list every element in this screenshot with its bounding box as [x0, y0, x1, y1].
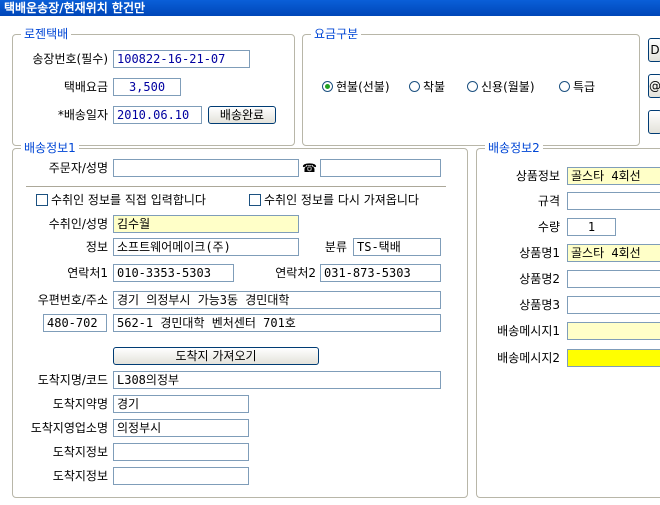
radio-express[interactable]: [559, 81, 570, 92]
waybill-input[interactable]: 100822-16-21-07: [113, 50, 250, 68]
radio-prepaid-label[interactable]: 현불(선불): [336, 80, 390, 94]
contact2-label: 연락처2: [275, 266, 316, 280]
address1-input[interactable]: 경기 의정부시 가능3동 경민대학: [113, 291, 441, 309]
contact1-label: 연락처1: [67, 266, 108, 280]
checkbox-direct-input-label[interactable]: 수취인 정보를 직접 입력합니다: [51, 193, 206, 207]
product1-input[interactable]: 골스타 4회선: [567, 244, 660, 262]
msg1-label: 배송메시지1: [497, 324, 560, 338]
address-label: 우편번호/주소: [37, 293, 108, 307]
dest-office-input[interactable]: 의정부시: [113, 419, 249, 437]
msg2-label: 배송메시지2: [497, 351, 560, 365]
fee-type-group-title: 요금구분: [311, 27, 362, 41]
main-pane: 로젠택배 송장번호(필수) 100822-16-21-07 택배요금 3,500…: [0, 16, 660, 505]
radio-cod-label[interactable]: 착불: [423, 80, 445, 94]
product3-label: 상품명3: [519, 298, 560, 312]
dest-info2-label: 도착지정보: [52, 469, 108, 483]
radio-credit[interactable]: [467, 81, 478, 92]
category-input[interactable]: TS-택배: [353, 238, 441, 256]
product2-input[interactable]: [567, 270, 660, 288]
orderer-input[interactable]: [113, 159, 299, 177]
phone-icon: ☎: [302, 161, 317, 175]
recipient-input[interactable]: 김수월: [113, 215, 299, 233]
checkbox-direct-input[interactable]: [36, 194, 48, 206]
delivery2-group-title: 배송정보2: [485, 141, 543, 155]
dest-code-input[interactable]: L308의정부: [113, 371, 441, 389]
product3-input[interactable]: [567, 296, 660, 314]
side-button-top[interactable]: D: [648, 38, 660, 62]
contact1-input[interactable]: 010-3353-5303: [113, 264, 234, 282]
recipient-label: 수취인/성명: [48, 217, 108, 231]
msg2-input[interactable]: [567, 349, 660, 367]
dest-abbr-label: 도착지약명: [52, 397, 108, 411]
fee-label: 택배요금: [63, 80, 108, 94]
checkbox-reload-label[interactable]: 수취인 정보를 다시 가져옵니다: [264, 193, 419, 207]
address2-input[interactable]: 562-1 경민대학 벤처센터 701호: [113, 314, 441, 332]
radio-cod[interactable]: [409, 81, 420, 92]
delivery-complete-button[interactable]: 배송완료: [208, 106, 276, 124]
info-input[interactable]: 소프트웨어메이크(주): [113, 238, 299, 256]
fetch-destination-button[interactable]: 도착지 가져오기: [113, 347, 319, 365]
spec-input[interactable]: [567, 192, 660, 210]
product-info-input[interactable]: 골스타 4회선: [567, 167, 660, 185]
dest-office-label: 도착지영업소명: [30, 421, 108, 435]
qty-input[interactable]: 1: [567, 218, 616, 236]
radio-prepaid[interactable]: [322, 81, 333, 92]
radio-credit-label[interactable]: 신용(월불): [481, 80, 535, 94]
dest-abbr-input[interactable]: 경기: [113, 395, 249, 413]
delivery1-group-title: 배송정보1: [21, 141, 79, 155]
msg1-input[interactable]: [567, 322, 660, 340]
delivery1-separator: [26, 186, 446, 188]
fee-input[interactable]: 3,500: [113, 78, 181, 96]
side-button-bottom[interactable]: [648, 110, 660, 134]
radio-express-label[interactable]: 특급: [573, 80, 595, 94]
product-info-label: 상품정보: [515, 169, 560, 183]
info-label: 정보: [85, 240, 108, 254]
orderer-label: 주문자/성명: [48, 161, 108, 175]
dest-info2-input[interactable]: [113, 467, 249, 485]
date-input[interactable]: 2010.06.10: [113, 106, 202, 124]
dest-info1-input[interactable]: [113, 443, 249, 461]
zip-input[interactable]: 480-702: [43, 314, 107, 332]
window-title: 택배운송장/현재위치 한건만: [0, 0, 660, 16]
contact2-input[interactable]: 031-873-5303: [320, 264, 441, 282]
product1-label: 상품명1: [519, 246, 560, 260]
category-label: 분류: [324, 240, 347, 254]
spec-label: 규격: [537, 194, 560, 208]
waybill-label: 송장번호(필수): [32, 52, 108, 66]
dest-code-label: 도착지명/코드: [37, 373, 108, 387]
side-button-mid[interactable]: @: [648, 74, 660, 98]
logen-group-title: 로젠택배: [21, 27, 72, 41]
orderer-phone-input[interactable]: [320, 159, 441, 177]
qty-label: 수량: [537, 220, 560, 234]
product2-label: 상품명2: [519, 272, 560, 286]
dest-info1-label: 도착지정보: [52, 445, 108, 459]
checkbox-reload[interactable]: [249, 194, 261, 206]
date-label: *배송일자: [57, 108, 108, 122]
